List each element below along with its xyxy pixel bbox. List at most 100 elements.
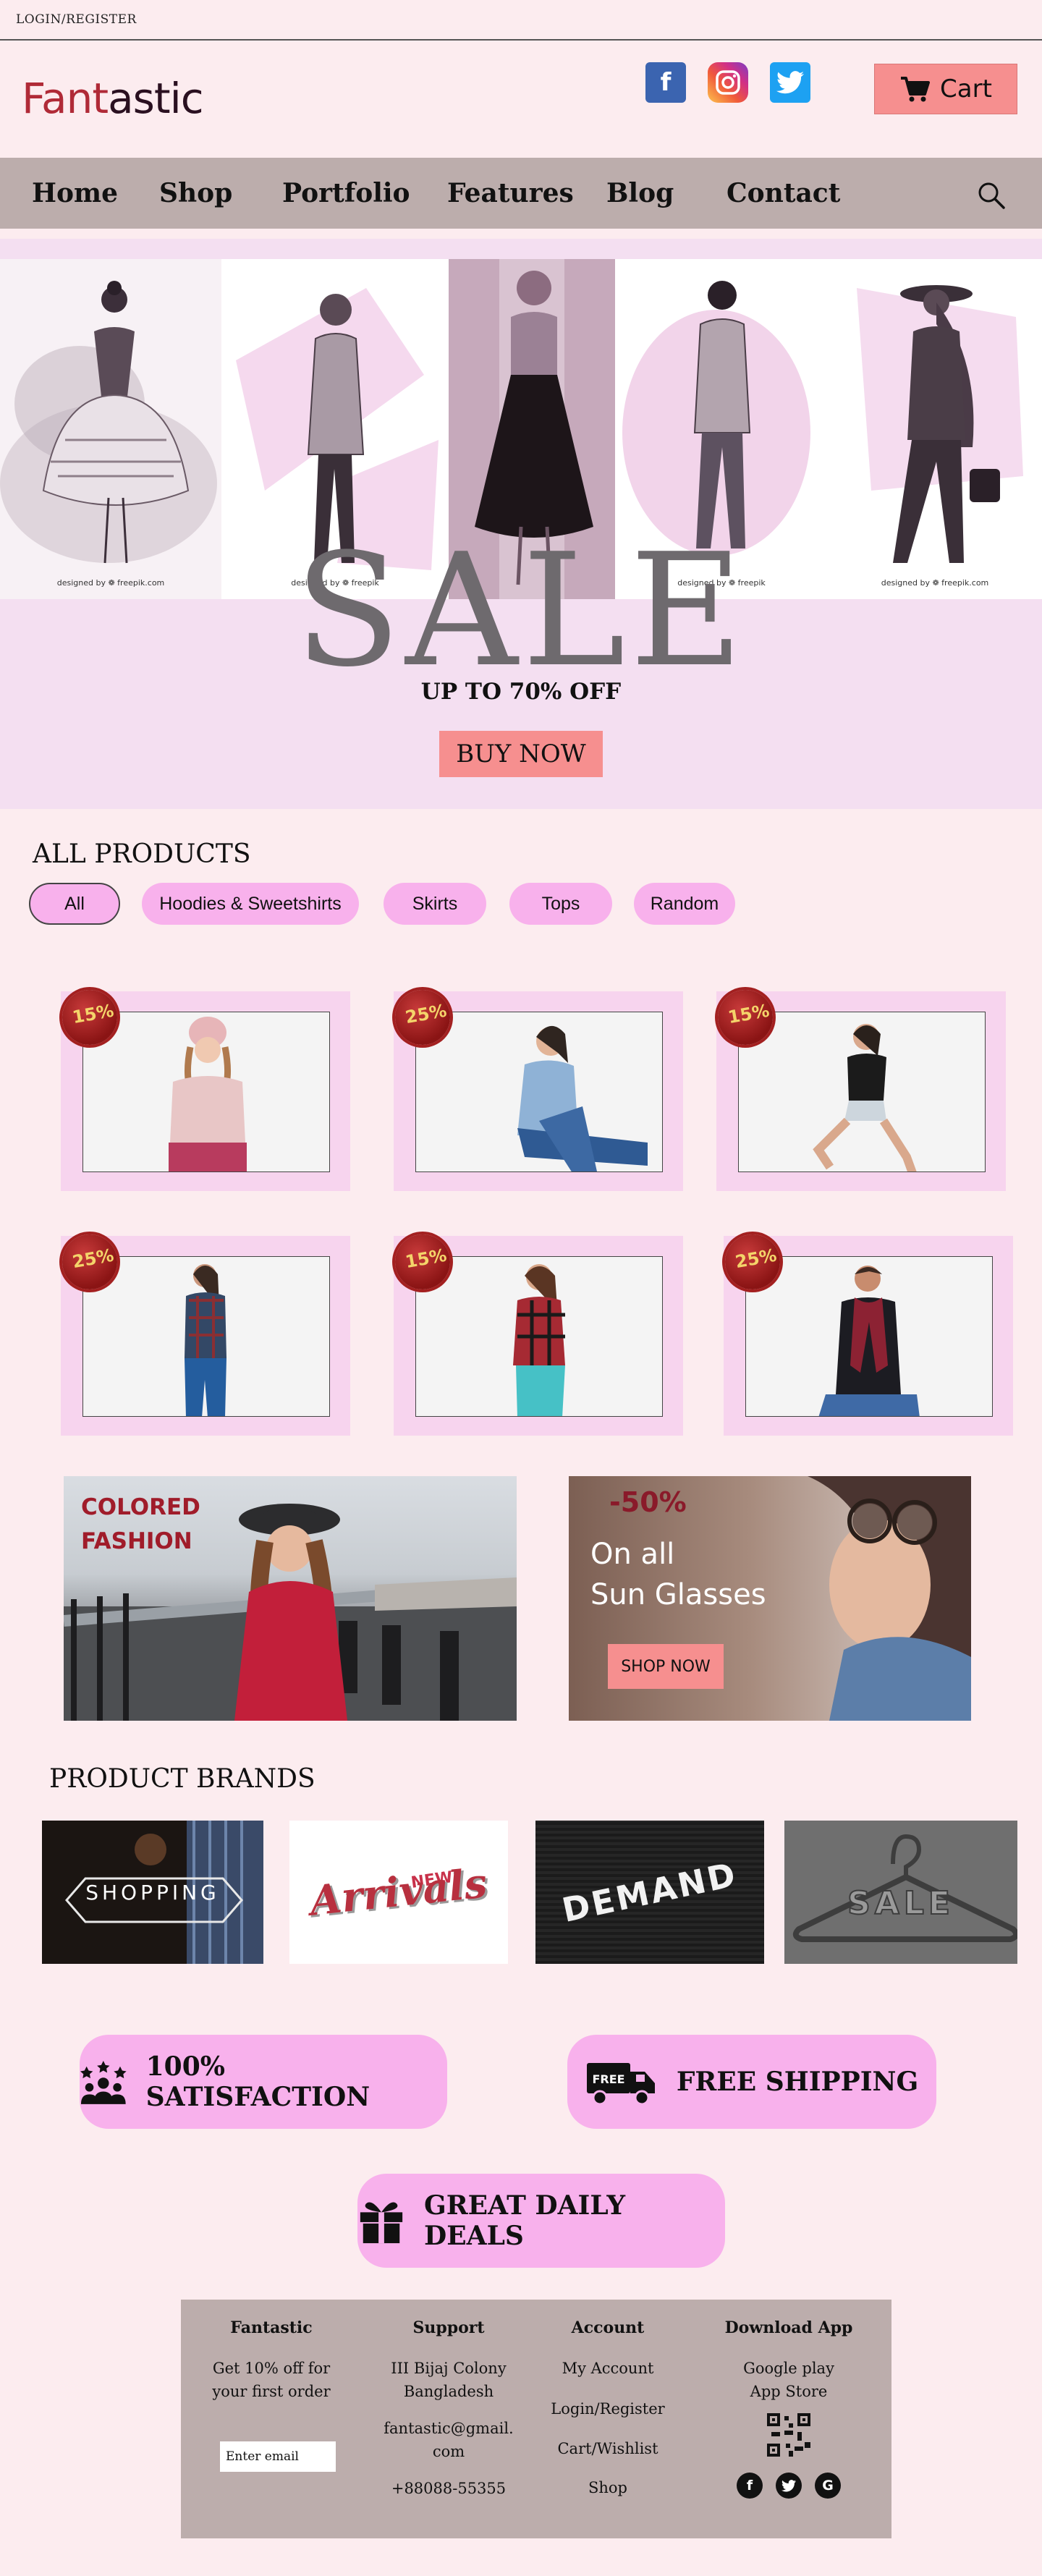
social-links: f [645, 62, 810, 103]
nav-item-blog[interactable]: Blog [606, 178, 674, 208]
qr-code-icon [767, 2413, 810, 2457]
footer-app-store[interactable]: App Store [709, 2381, 868, 2404]
footer-address-line2: Bangladesh [403, 2382, 494, 2400]
footer-col-fantastic: Fantastic Get 10% off for your first ord… [181, 2318, 362, 2403]
colored-fashion-banner[interactable]: COLORED FASHION [64, 1476, 517, 1721]
footer-link-shop[interactable]: Shop [543, 2477, 673, 2500]
footer-heading-fantastic: Fantastic [230, 2318, 313, 2337]
product-card[interactable]: 15% [61, 990, 350, 1191]
discount-badge: 15% [395, 1234, 450, 1301]
cart-label: Cart [940, 75, 992, 103]
header: Fantastic f Cart [0, 41, 1042, 156]
filter-skirts[interactable]: Skirts [384, 883, 486, 925]
footer-heading-download-app: Download App [724, 2318, 853, 2337]
product-image [745, 1256, 993, 1417]
nav-item-home[interactable]: Home [32, 178, 118, 208]
brand-sale-label: SALE [847, 1884, 954, 1923]
product-image [82, 1012, 330, 1172]
cart-button[interactable]: Cart [874, 64, 1017, 114]
footer-google-icon[interactable]: G [815, 2473, 841, 2499]
free-shipping-feature: FREE FREE SHIPPING [567, 2035, 936, 2129]
logo-part-2: astic [108, 74, 204, 123]
footer-link-my-account[interactable]: My Account [543, 2357, 673, 2381]
nav-item-shop[interactable]: Shop [159, 178, 232, 208]
footer-col-app: Download App Google play App Store f G [709, 2318, 868, 2499]
filter-all[interactable]: All [29, 883, 120, 925]
main-nav: Home Shop Portfolio Features Blog Contac… [0, 158, 1042, 229]
footer-twitter-icon[interactable] [776, 2473, 802, 2499]
footer-social-links: f G [709, 2473, 868, 2499]
product-card[interactable]: 15% [716, 990, 1006, 1191]
discount-badge: 25% [395, 990, 450, 1056]
footer-col-support: Support III Bijaj Colony Bangladesh fant… [376, 2318, 521, 2501]
search-icon[interactable] [977, 181, 1006, 210]
shop-now-button[interactable]: SHOP NOW [608, 1644, 724, 1689]
nav-item-contact[interactable]: Contact [727, 178, 840, 208]
footer-heading-support: Support [412, 2318, 485, 2337]
footer-offer-line2: your first order [212, 2382, 331, 2400]
gift-icon [360, 2202, 403, 2244]
buy-now-button[interactable]: BUY NOW [439, 731, 603, 777]
brand-demand-label: DEMAND [559, 1855, 741, 1930]
discount-badge: 15% [62, 990, 117, 1056]
discount-badge: 25% [62, 1234, 117, 1301]
brands-title: PRODUCT BRANDS [49, 1764, 315, 1794]
filter-random[interactable]: Random [634, 883, 735, 925]
filter-tops[interactable]: Tops [509, 883, 612, 925]
footer-link-cart-wishlist[interactable]: Cart/Wishlist [543, 2438, 673, 2461]
product-card[interactable]: 15% [394, 1234, 683, 1436]
facebook-icon[interactable]: f [645, 62, 686, 103]
footer-offer-line1: Get 10% off for [212, 2360, 331, 2377]
product-image [82, 1256, 330, 1417]
product-image [415, 1256, 663, 1417]
satisfaction-label: 100% SATISFACTION [145, 2051, 370, 2112]
products-title: ALL PRODUCTS [33, 839, 251, 869]
product-card[interactable]: 25% [394, 990, 683, 1191]
glasses-discount: -50% [609, 1486, 687, 1518]
brand-shopping-label: SHOPPING [85, 1880, 220, 1905]
nav-item-features[interactable]: Features [447, 178, 574, 208]
free-shipping-label: FREE SHIPPING [676, 2067, 919, 2097]
footer-address-line1: III Bijaj Colony [391, 2360, 507, 2377]
sale-heading: SALE [294, 520, 748, 701]
brand-arrivals-label: Arrivals [308, 1859, 490, 1925]
twitter-icon[interactable] [770, 62, 810, 103]
product-image [415, 1012, 663, 1172]
product-card[interactable]: 25% [724, 1234, 1013, 1436]
sale-subtitle: UP TO 70% OFF [420, 679, 622, 705]
filter-hoodies[interactable]: Hoodies & Sweetshirts [142, 883, 359, 925]
nav-item-portfolio[interactable]: Portfolio [282, 178, 410, 208]
footer: Fantastic Get 10% off for your first ord… [181, 2300, 891, 2538]
users-stars-icon [80, 2061, 127, 2104]
footer-email-line2[interactable]: com [376, 2441, 521, 2464]
colored-fashion-text: COLORED FASHION [81, 1494, 200, 1554]
cart-icon [901, 77, 931, 102]
daily-deals-feature: GREAT DAILY DEALS [357, 2174, 725, 2268]
instagram-icon[interactable] [708, 62, 748, 103]
footer-email-input[interactable] [220, 2441, 336, 2472]
satisfaction-feature: 100% SATISFACTION [80, 2035, 447, 2129]
free-badge: FREE [592, 2072, 624, 2086]
brand-shopping[interactable]: SHOPPING [42, 1821, 263, 1964]
top-bar: LOGIN/REGISTER [0, 0, 1042, 41]
page: LOGIN/REGISTER Fantastic f Cart Home Sho… [0, 0, 1042, 2576]
truck-icon: FREE [586, 2063, 655, 2106]
login-register-link[interactable]: LOGIN/REGISTER [16, 12, 137, 27]
discount-badge: 15% [718, 990, 773, 1056]
sunglasses-banner: -50% On all Sun Glasses SHOP NOW [569, 1476, 971, 1721]
footer-phone[interactable]: +88088-55355 [376, 2478, 521, 2501]
daily-deals-label: GREAT DAILY DEALS [424, 2190, 626, 2251]
site-logo[interactable]: Fantastic [22, 74, 204, 123]
product-card[interactable]: 25% [61, 1234, 350, 1436]
brand-demand[interactable]: DEMAND [535, 1821, 764, 1964]
hero-banner: designed by ❁ freepik.com designed by ❁ … [0, 239, 1042, 809]
brand-new-arrivals[interactable]: NEW Arrivals [289, 1821, 508, 1964]
logo-part-1: Fant [22, 74, 109, 123]
footer-email-line1[interactable]: fantastic@gmail. [376, 2418, 521, 2441]
footer-col-account: Account My Account Login/Register Cart/W… [543, 2318, 673, 2499]
brand-sale-hanger[interactable]: SALE [784, 1821, 1017, 1964]
footer-heading-account: Account [571, 2318, 645, 2337]
footer-google-play[interactable]: Google play [709, 2357, 868, 2381]
footer-link-login-register[interactable]: Login/Register [543, 2398, 673, 2421]
footer-facebook-icon[interactable]: f [737, 2473, 763, 2499]
